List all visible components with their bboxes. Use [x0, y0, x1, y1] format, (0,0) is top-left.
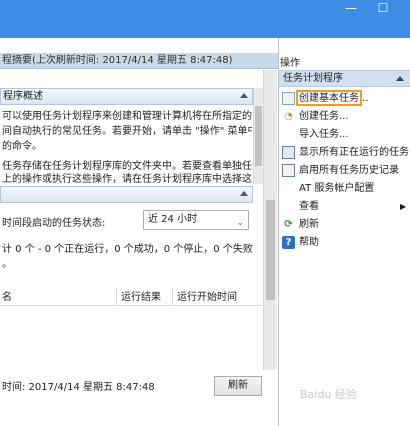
action-view[interactable]: 查看 ▶ [282, 198, 408, 215]
actions-pane-title: 操作 [280, 58, 300, 69]
status-section-header[interactable] [0, 186, 253, 203]
action-help[interactable]: ? 帮助 [282, 234, 408, 251]
period-select[interactable]: 近 24 小时 ⌄ [143, 210, 249, 230]
overview-line-6: 上的操作或执行这些操作，请在任务计划程序库中选择这 [2, 174, 252, 183]
collapse-icon[interactable] [396, 76, 404, 81]
action-label: 创建任务... [299, 111, 349, 122]
column-run-result[interactable]: 运行结果 [121, 290, 161, 305]
actions-section-label: 任务计划程序 [283, 73, 343, 84]
overview-section-label: 程序概述 [3, 91, 43, 102]
action-refresh[interactable]: ⟳ 刷新 [282, 216, 408, 233]
action-label: 帮助 [299, 237, 319, 248]
overview-section-header[interactable]: 程序概述 [0, 88, 253, 105]
help-icon: ? [282, 236, 295, 249]
action-label: 启用所有任务历史记录 [299, 165, 399, 176]
submenu-arrow-icon: ▶ [400, 202, 407, 211]
action-label: 查看 [299, 201, 319, 212]
refresh-button[interactable]: 刷新 [214, 376, 262, 396]
refresh-time-text: 时间: 2017/4/14 星期五 8:47:48 [2, 382, 155, 393]
status-summary: 计 0 个 - 0 个正在运行，0 个成功，0 个停止，0 个失败 [2, 244, 253, 255]
scroll-thumb[interactable] [255, 106, 262, 166]
overview-line-3: 的命令。 [2, 141, 42, 152]
status-summary-tail: 。 [2, 259, 12, 270]
actions-section-header[interactable]: 任务计划程序 [279, 70, 410, 87]
scroll-thumb[interactable] [266, 200, 275, 300]
action-label: 显示所有正在运行的任务 [299, 147, 409, 158]
period-select-value: 近 24 小时 [148, 214, 198, 225]
action-import-task[interactable]: 导入任务... [282, 126, 408, 143]
running-tasks-icon [282, 146, 295, 159]
column-divider [172, 289, 173, 305]
overview-line-2: 间自动执行的常见任务。若要开始，请单击 "操作" 菜单中 [2, 126, 252, 137]
column-name[interactable]: 名 [2, 290, 12, 305]
watermark: Baidu 经验 [300, 388, 357, 401]
action-label: 刷新 [299, 219, 319, 230]
chevron-down-icon: ⌄ [236, 218, 244, 228]
overview-line-1: 可以使用任务计划程序来创建和管理计算机将在所指定的时 [2, 111, 252, 122]
collapse-icon[interactable] [240, 191, 248, 196]
highlight-box [296, 90, 362, 106]
action-show-running-tasks[interactable]: 显示所有正在运行的任务 [282, 144, 409, 161]
action-create-task[interactable]: ◔ 创建任务... [282, 108, 408, 125]
history-icon [282, 164, 295, 177]
overview-scrollbar[interactable] [253, 88, 263, 184]
column-run-start-time[interactable]: 运行开始时间 [177, 290, 237, 305]
maximize-icon[interactable]: ☐ [370, 0, 396, 18]
action-label: AT 服务帐户配置 [299, 183, 375, 194]
refresh-icon: ⟳ [284, 219, 293, 230]
summary-title-bar: 程摘要(上次刷新时间: 2017/4/14 星期五 8:47:48) [0, 53, 278, 69]
action-at-service-config[interactable]: AT 服务帐户配置 [282, 180, 408, 197]
task-icon: ◔ [284, 111, 293, 122]
status-period-label: 时间段启动的任务状态: [2, 218, 106, 229]
action-label: 导入任务... [299, 129, 349, 140]
panel-scrollbar[interactable] [263, 70, 277, 370]
collapse-icon[interactable] [240, 93, 248, 98]
minimize-icon[interactable]: — [338, 0, 364, 18]
column-divider [116, 289, 117, 305]
action-enable-history[interactable]: 启用所有任务历史记录 [282, 162, 408, 179]
task-create-icon [282, 92, 295, 105]
